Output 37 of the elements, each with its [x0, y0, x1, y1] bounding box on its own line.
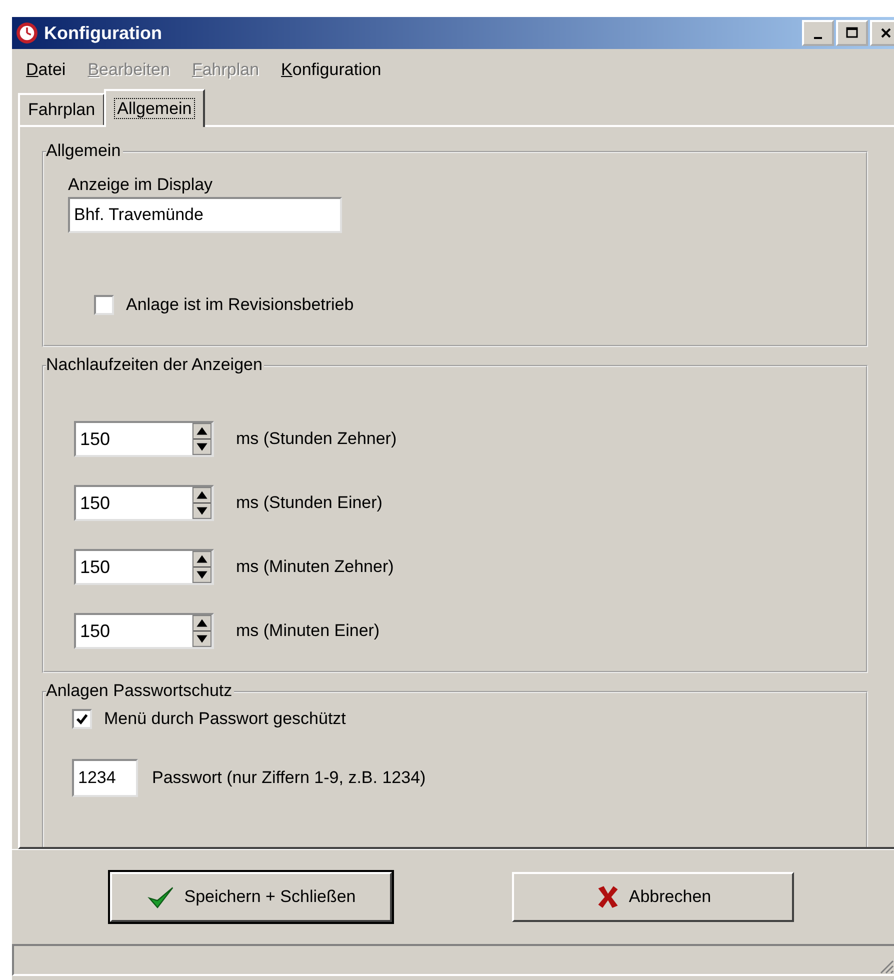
checkbox[interactable]: [94, 295, 114, 315]
input-field[interactable]: Bhf. Travemünde: [68, 197, 342, 233]
unit-label: ms (Minuten Zehner): [236, 557, 394, 577]
field-label: Anzeige im Display: [68, 175, 214, 195]
checkbox-label: Anlage ist im Revisionsbetrieb: [126, 295, 354, 315]
checkbox-label: Menü durch Passwort geschützt: [104, 709, 346, 729]
tab[interactable]: Allgemein: [104, 89, 205, 127]
spin-field[interactable]: 150: [74, 421, 214, 457]
group-title: Anlagen Passwortschutz: [46, 681, 234, 701]
password-field[interactable]: 1234: [72, 759, 138, 797]
save-button[interactable]: Speichern + Schließen: [110, 872, 392, 922]
checkbox[interactable]: [72, 709, 92, 729]
resize-grip-icon[interactable]: [878, 958, 894, 974]
spin-arrows-icon[interactable]: [192, 615, 212, 647]
spin-field[interactable]: 150: [74, 613, 214, 649]
spin-field[interactable]: 150: [74, 549, 214, 585]
unit-label: ms (Stunden Einer): [236, 493, 382, 513]
unit-label: ms (Stunden Zehner): [236, 429, 397, 449]
tab[interactable]: Fahrplan: [18, 93, 106, 125]
group-title: Nachlaufzeiten der Anzeigen: [46, 355, 264, 375]
cancel-button[interactable]: Abbrechen: [512, 872, 794, 922]
maximize-icon: [844, 26, 860, 40]
window-title: Konfiguration: [44, 22, 163, 44]
spin-arrows-icon[interactable]: [192, 487, 212, 519]
unit-label: ms (Minuten Einer): [236, 621, 380, 641]
group-title: Allgemein: [46, 141, 123, 161]
spin-arrows-icon[interactable]: [192, 423, 212, 455]
spin-arrows-icon[interactable]: [192, 551, 212, 583]
checkmark-icon: [75, 712, 89, 726]
spin-field[interactable]: 150: [74, 485, 214, 521]
field-label: Passwort (nur Ziffern 1-9, z.B. 1234): [152, 768, 426, 788]
clock-icon: [16, 22, 38, 44]
minimize-icon: [814, 37, 822, 39]
menu-item[interactable]: Konfiguration: [281, 60, 382, 80]
close-button[interactable]: [870, 20, 894, 46]
menu-item[interactable]: Datei: [26, 60, 66, 80]
maximize-button[interactable]: [836, 20, 868, 46]
